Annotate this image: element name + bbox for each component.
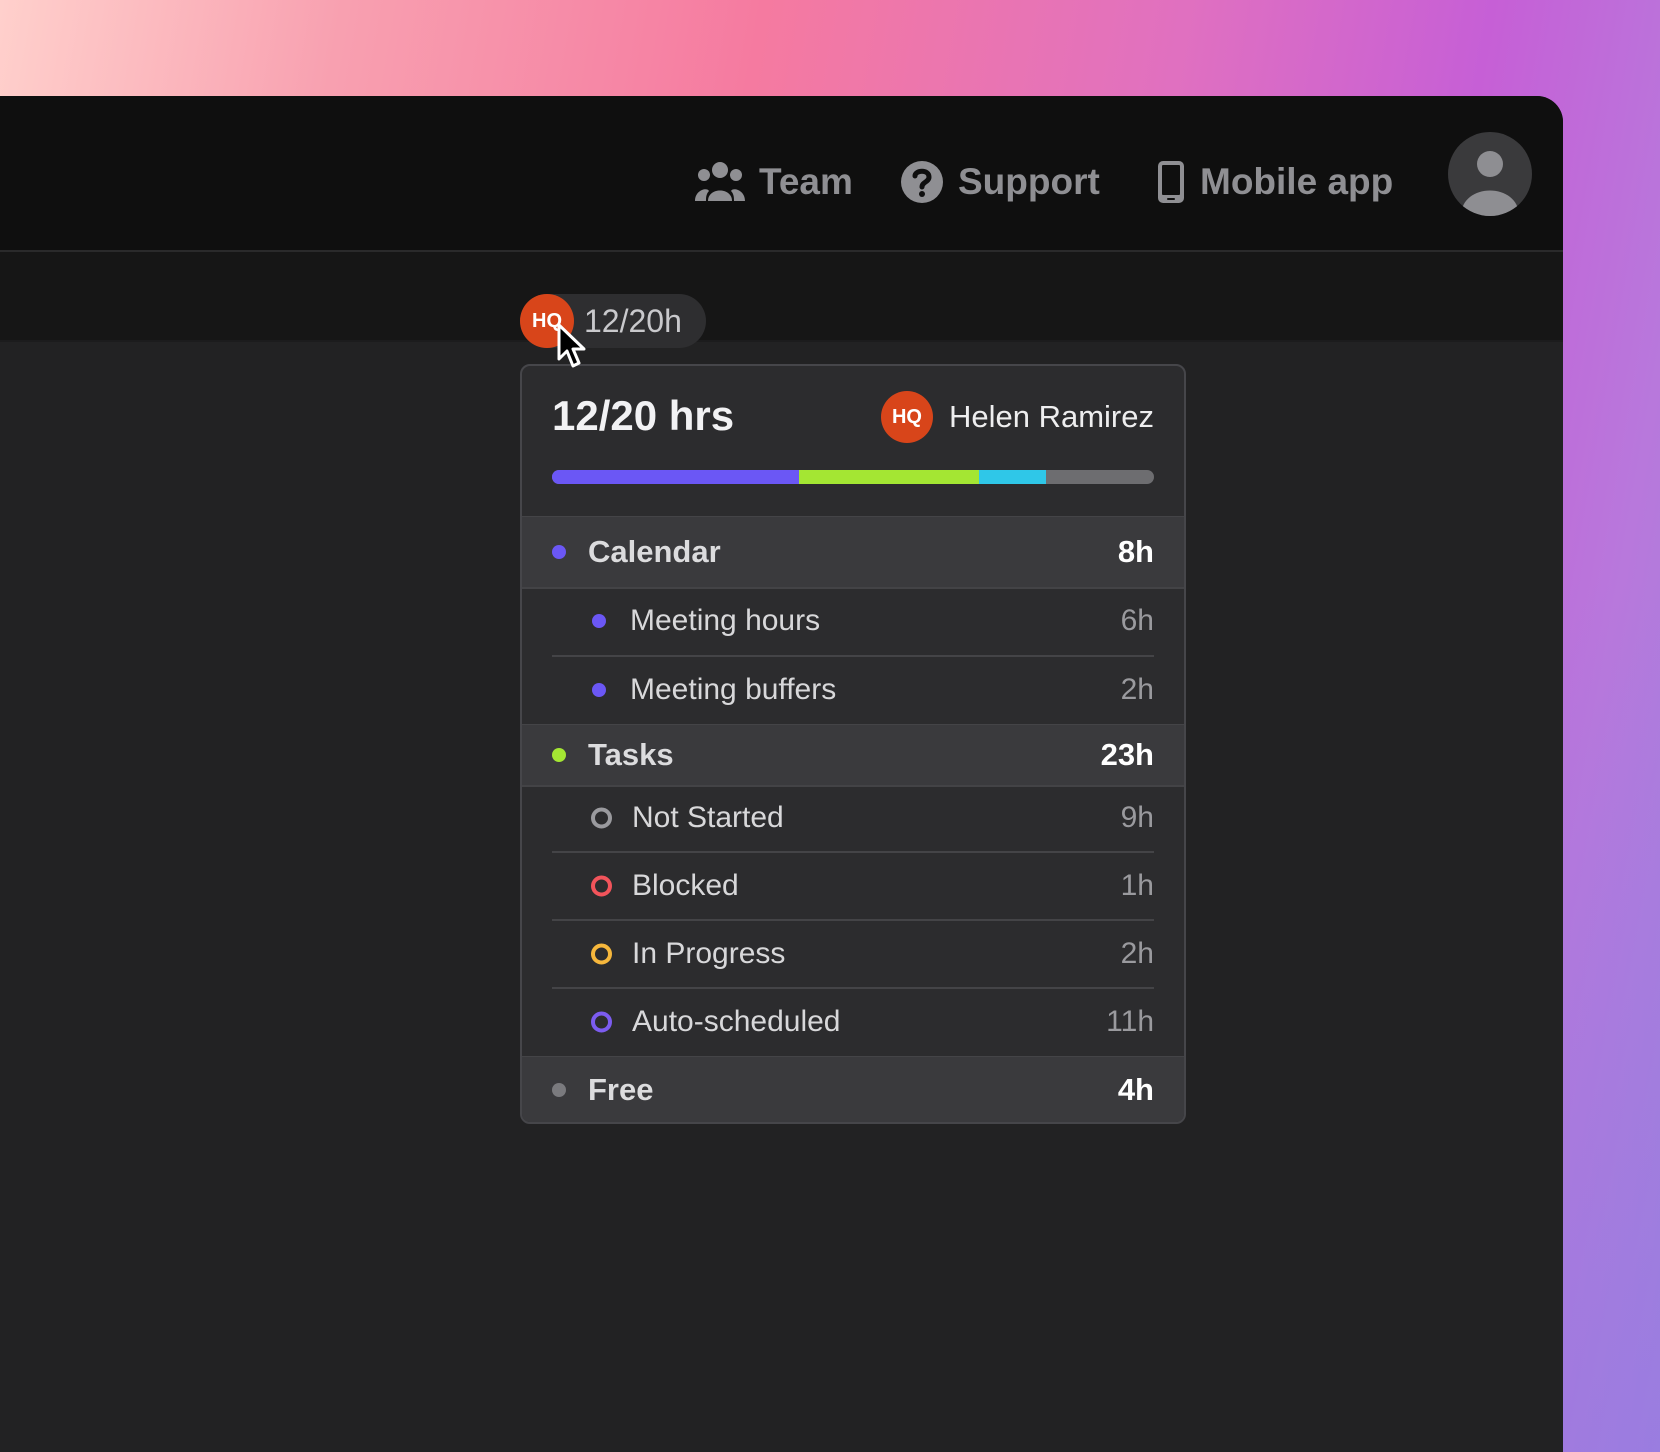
in-progress-ring-icon xyxy=(591,943,612,965)
team-nav-link[interactable]: Team xyxy=(695,150,853,214)
subcategory-row-auto-scheduled: Auto-scheduled 11h xyxy=(522,989,1184,1055)
progress-segment-calendar xyxy=(552,470,799,484)
user-avatar-icon xyxy=(1461,151,1519,216)
meeting-hours-dot xyxy=(592,614,606,628)
calendar-label: Calendar xyxy=(588,534,721,569)
popover-user: HQ Helen Ramirez xyxy=(880,390,1154,444)
mouse-cursor-icon xyxy=(557,323,586,368)
calendar-value: 8h xyxy=(1117,534,1154,569)
tasks-label: Tasks xyxy=(588,737,674,772)
blocked-label: Blocked xyxy=(632,869,739,902)
tasks-dot xyxy=(552,748,566,762)
subcategory-row-meeting-buffers: Meeting buffers 2h xyxy=(522,657,1184,723)
chip-hours-label: 12/20h xyxy=(584,303,682,339)
category-row-free: Free 4h xyxy=(522,1056,1184,1122)
blocked-ring-icon xyxy=(591,875,612,897)
user-avatar-button[interactable] xyxy=(1448,132,1532,216)
in-progress-label: In Progress xyxy=(632,937,786,970)
meeting-buffers-value: 2h xyxy=(1120,673,1154,706)
free-value: 4h xyxy=(1117,1072,1154,1107)
popover-user-avatar: HQ xyxy=(880,391,933,443)
meeting-hours-label: Meeting hours xyxy=(630,604,821,637)
toolbar-strip xyxy=(0,252,1563,342)
auto-scheduled-value: 11h xyxy=(1106,1005,1154,1038)
user-hours-chip[interactable]: HQ 12/20h xyxy=(520,294,706,348)
top-navigation-bar: Team Support Mobile app xyxy=(0,96,1563,252)
hours-breakdown-popover: 12/20 hrs HQ Helen Ramirez Calendar 8h M… xyxy=(520,364,1186,1124)
free-label: Free xyxy=(588,1072,654,1107)
meeting-buffers-label: Meeting buffers xyxy=(630,673,837,706)
progress-segment-other xyxy=(979,470,1046,484)
meeting-hours-value: 6h xyxy=(1120,604,1154,637)
free-dot xyxy=(552,1083,566,1097)
blocked-value: 1h xyxy=(1120,869,1154,902)
subcategory-row-blocked: Blocked 1h xyxy=(522,853,1184,919)
support-nav-label: Support xyxy=(958,161,1100,202)
subcategory-row-meeting-hours: Meeting hours 6h xyxy=(522,588,1184,654)
not-started-ring-icon xyxy=(591,807,612,829)
category-row-tasks: Tasks 23h xyxy=(522,724,1184,787)
auto-scheduled-ring-icon xyxy=(591,1011,612,1033)
team-nav-label: Team xyxy=(759,161,853,202)
in-progress-value: 2h xyxy=(1120,937,1154,970)
mobile-app-nav-label: Mobile app xyxy=(1200,161,1394,202)
category-row-calendar: Calendar 8h xyxy=(522,516,1184,589)
tasks-value: 23h xyxy=(1100,737,1154,772)
not-started-label: Not Started xyxy=(632,801,784,834)
auto-scheduled-label: Auto-scheduled xyxy=(632,1005,841,1038)
progress-segment-tasks xyxy=(798,470,980,484)
popover-title: 12/20 hrs xyxy=(552,392,735,439)
team-icon xyxy=(695,162,745,201)
support-nav-link[interactable]: Support xyxy=(900,150,1100,214)
hours-progress-bar xyxy=(552,470,1154,484)
subcategory-row-not-started: Not Started 9h xyxy=(522,786,1184,850)
not-started-value: 9h xyxy=(1120,801,1154,834)
calendar-dot xyxy=(552,545,566,559)
mobile-phone-icon xyxy=(1158,161,1184,203)
mobile-app-nav-link[interactable]: Mobile app xyxy=(1156,150,1393,214)
help-circle-icon xyxy=(901,161,943,203)
popover-user-name: Helen Ramirez xyxy=(948,399,1154,434)
meeting-buffers-dot xyxy=(592,683,606,697)
subcategory-row-in-progress: In Progress 2h xyxy=(522,921,1184,987)
